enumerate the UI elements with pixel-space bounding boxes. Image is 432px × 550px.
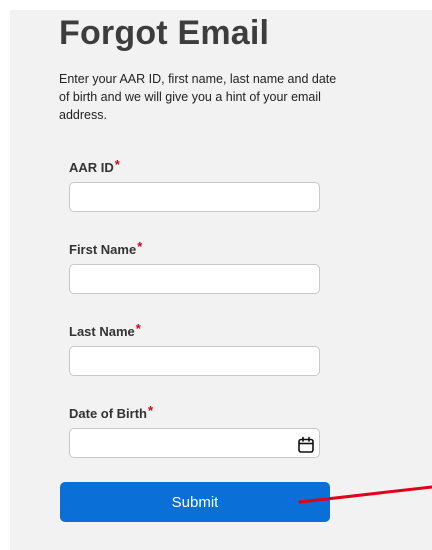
first-name-label: First Name* xyxy=(69,239,142,257)
aar-id-label: AAR ID* xyxy=(69,157,120,175)
required-marker: * xyxy=(114,157,120,172)
last-name-label-text: Last Name xyxy=(69,324,135,339)
required-marker: * xyxy=(148,403,154,418)
first-name-input[interactable] xyxy=(69,264,320,294)
date-of-birth-input[interactable] xyxy=(69,428,320,458)
required-marker: * xyxy=(135,321,141,336)
date-of-birth-label: Date of Birth* xyxy=(69,403,153,421)
date-of-birth-label-text: Date of Birth xyxy=(69,406,147,421)
last-name-label: Last Name* xyxy=(69,321,141,339)
form-description: Enter your AAR ID, first name, last name… xyxy=(59,72,337,122)
first-name-label-text: First Name xyxy=(69,242,137,257)
required-marker: * xyxy=(137,239,143,254)
aar-id-label-text: AAR ID xyxy=(69,160,114,175)
page-title: Forgot Email xyxy=(59,14,270,52)
submit-button[interactable]: Submit xyxy=(60,482,330,522)
calendar-icon[interactable] xyxy=(297,436,315,454)
aar-id-input[interactable] xyxy=(69,182,320,212)
last-name-input[interactable] xyxy=(69,346,320,376)
